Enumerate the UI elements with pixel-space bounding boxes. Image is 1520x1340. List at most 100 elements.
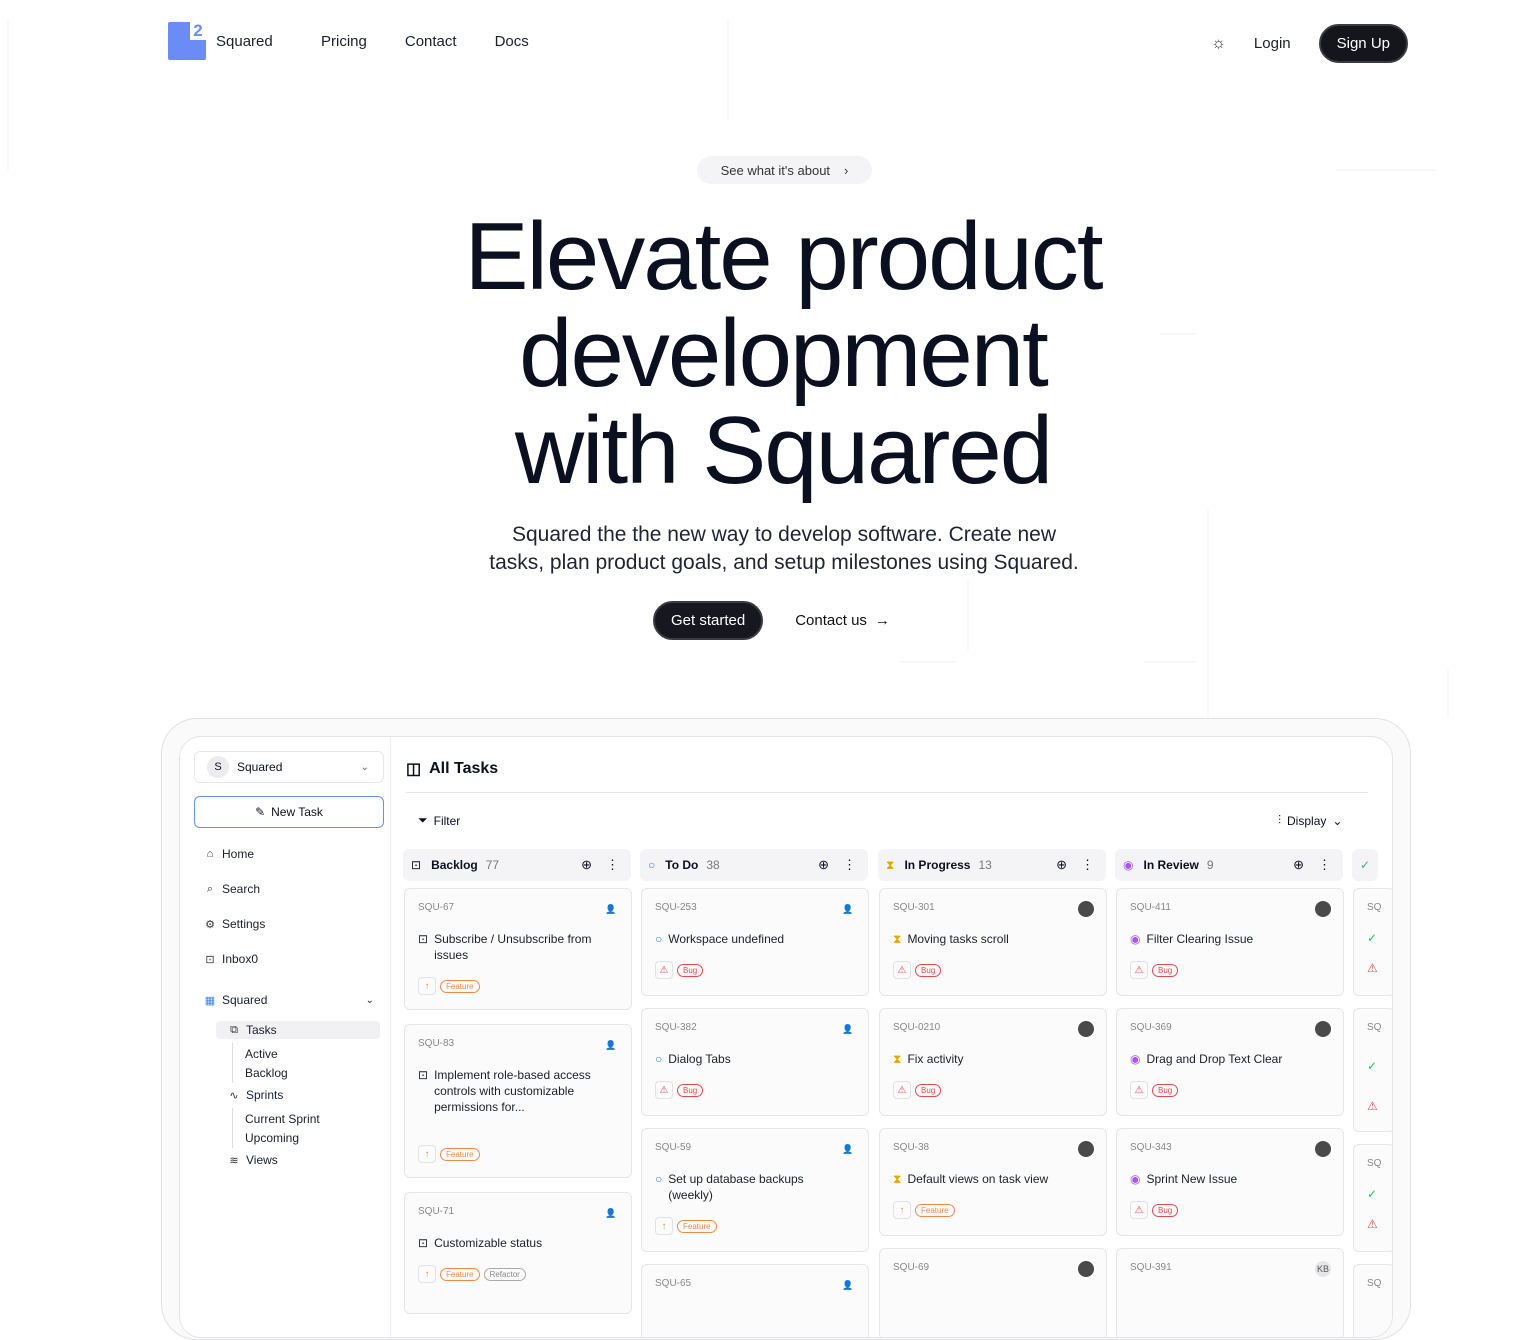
signup-button[interactable]: Sign Up bbox=[1318, 24, 1408, 63]
sidebar-subitem-upcoming[interactable]: Upcoming bbox=[245, 1131, 299, 1145]
eye-icon: ◉ bbox=[1130, 1172, 1141, 1186]
avatar-initials[interactable]: KB bbox=[1315, 1261, 1331, 1277]
login-link[interactable]: Login bbox=[1254, 35, 1291, 52]
alert-icon: ⚠ bbox=[1130, 961, 1148, 979]
task-card[interactable]: SQU-343 ◉ Sprint New Issue ⚠ Bug bbox=[1116, 1128, 1344, 1236]
inbox-icon: ⊡ bbox=[205, 953, 215, 966]
sliders-icon: ⫶ bbox=[1278, 813, 1282, 827]
task-card[interactable]: SQU-411 ◉ Filter Clearing Issue ⚠ Bug bbox=[1116, 888, 1344, 996]
check-circle-icon: ✓ bbox=[1360, 858, 1371, 872]
circle-icon: ○ bbox=[655, 1052, 663, 1066]
task-id: SQU-253 bbox=[655, 902, 697, 913]
avatar[interactable] bbox=[1078, 901, 1094, 917]
nav-link-pricing[interactable]: Pricing bbox=[321, 33, 367, 50]
display-label: Display bbox=[1287, 813, 1327, 828]
task-card[interactable]: SQU-301 ⧗ Moving tasks scroll ⚠ Bug bbox=[879, 888, 1107, 996]
task-card[interactable]: SQ ✓ ⚠ bbox=[1353, 1008, 1392, 1132]
sidebar-subitem-active[interactable]: Active bbox=[245, 1047, 278, 1061]
add-icon[interactable]: ⊕ bbox=[581, 857, 592, 873]
nav-link-docs[interactable]: Docs bbox=[495, 33, 529, 50]
nav-link-contact[interactable]: Contact bbox=[405, 33, 457, 50]
filter-button[interactable]: ⏷ Filter bbox=[418, 813, 460, 828]
task-id: SQU-59 bbox=[655, 1142, 692, 1153]
sidebar-item-views[interactable]: ≋ Views bbox=[228, 1153, 277, 1167]
avatar[interactable] bbox=[1315, 1141, 1331, 1157]
user-icon[interactable]: 👤 bbox=[840, 1021, 856, 1037]
user-icon[interactable]: 👤 bbox=[603, 1205, 619, 1221]
task-card[interactable]: SQU-71 👤 ⊡ Customizable status ↑ Feature Re… bbox=[404, 1192, 632, 1314]
announcement-pill[interactable]: See what it's about › bbox=[697, 156, 872, 184]
task-card[interactable]: SQU-382 👤 ○ Dialog Tabs ⚠ Bug bbox=[641, 1008, 869, 1116]
task-card[interactable]: SQU-83 👤 ⊡ Implement role-based access co… bbox=[404, 1024, 632, 1178]
eye-icon: ◉ bbox=[1130, 932, 1141, 946]
sidebar-subitem-backlog[interactable]: Backlog bbox=[245, 1066, 288, 1080]
task-title: ○ Set up database backups (weekly) bbox=[655, 1171, 840, 1203]
sidebar-item-settings[interactable]: ⚙ Settings bbox=[204, 917, 265, 931]
workspace-switcher[interactable]: S Squared ⌄ bbox=[194, 751, 384, 783]
sidebar-item-sprints[interactable]: ∿ Sprints bbox=[228, 1088, 283, 1102]
brand-logo[interactable]: 2 Squared bbox=[168, 22, 273, 60]
column-count: 13 bbox=[978, 858, 992, 872]
avatar[interactable] bbox=[1078, 1141, 1094, 1157]
sidebar-toggle-icon[interactable]: ◫ bbox=[406, 759, 421, 779]
check-circle-icon: ✓ bbox=[1367, 1059, 1378, 1073]
display-button[interactable]: ⫶ Display ⌄ bbox=[1278, 813, 1342, 828]
user-icon[interactable]: 👤 bbox=[840, 1277, 856, 1293]
arrow-up-icon: ↑ bbox=[893, 1201, 911, 1219]
column-name: In Review bbox=[1143, 858, 1199, 872]
sidebar-item-tasks[interactable]: ⧉ Tasks bbox=[228, 1023, 277, 1037]
task-card[interactable]: SQ bbox=[1353, 1264, 1392, 1337]
sidebar-item-home[interactable]: ⌂ Home bbox=[204, 847, 254, 861]
user-icon[interactable]: 👤 bbox=[603, 1037, 619, 1053]
column-name: To Do bbox=[665, 858, 699, 872]
avatar[interactable] bbox=[1078, 1261, 1094, 1277]
alert-icon: ⚠ bbox=[893, 961, 911, 979]
hero-subtitle: Squared the the new way to develop softw… bbox=[470, 521, 1098, 577]
user-icon[interactable]: 👤 bbox=[603, 901, 619, 917]
task-card[interactable]: SQU-69 bbox=[879, 1248, 1107, 1337]
task-title-text: Set up database backups (weekly) bbox=[668, 1172, 804, 1202]
new-task-button[interactable]: ✎ New Task bbox=[194, 796, 384, 828]
hero-cta: Get started Contact us → bbox=[653, 601, 890, 640]
add-icon[interactable]: ⊕ bbox=[1056, 857, 1067, 873]
more-icon[interactable]: ⋮ bbox=[843, 857, 856, 873]
task-card[interactable]: SQU-369 ◉ Drag and Drop Text Clear ⚠ Bug bbox=[1116, 1008, 1344, 1116]
alert-icon: ⚠ bbox=[1130, 1201, 1148, 1219]
sidebar-subitem-current-sprint[interactable]: Current Sprint bbox=[245, 1112, 320, 1126]
app-sidebar: S Squared ⌄ ✎ New Task ⌂ Home ⌕ Search ⚙ Se… bbox=[180, 737, 391, 1337]
column-count: 38 bbox=[706, 858, 720, 872]
get-started-button[interactable]: Get started bbox=[653, 601, 764, 640]
sidebar-item-inbox[interactable]: ⊡ Inbox0 bbox=[204, 952, 258, 966]
avatar[interactable] bbox=[1315, 1021, 1331, 1037]
brand-name: Squared bbox=[216, 32, 273, 50]
sun-icon[interactable]: ☼ bbox=[1211, 35, 1226, 53]
task-tags: ↑ Feature bbox=[655, 1217, 717, 1235]
task-card[interactable]: SQ ✓ ⚠ bbox=[1353, 1144, 1392, 1252]
avatar[interactable] bbox=[1078, 1021, 1094, 1037]
task-card[interactable]: SQU-67 👤 ⊡ Subscribe / Unsubscribe from i… bbox=[404, 888, 632, 1010]
more-icon[interactable]: ⋮ bbox=[1318, 857, 1331, 873]
task-card[interactable]: SQU-253 👤 ○ Workspace undefined ⚠ Bug bbox=[641, 888, 869, 996]
circle-icon: ○ bbox=[648, 858, 656, 872]
sidebar-item-search[interactable]: ⌕ Search bbox=[204, 882, 260, 896]
user-icon[interactable]: 👤 bbox=[840, 1141, 856, 1157]
more-icon[interactable]: ⋮ bbox=[606, 857, 619, 873]
task-card[interactable]: SQU-38 ⧗ Default views on task view ↑ Feat… bbox=[879, 1128, 1107, 1236]
task-card[interactable]: SQU-0210 ⧗ Fix activity ⚠ Bug bbox=[879, 1008, 1107, 1116]
sidebar-group-squared[interactable]: ▦ Squared ⌄ bbox=[204, 993, 374, 1007]
task-title-text: Customizable status bbox=[434, 1236, 543, 1250]
add-icon[interactable]: ⊕ bbox=[818, 857, 829, 873]
layers-icon: ≋ bbox=[229, 1154, 239, 1167]
inbox-icon: ⊡ bbox=[411, 858, 422, 872]
contact-us-link[interactable]: Contact us → bbox=[795, 612, 890, 629]
task-title-text: Workspace undefined bbox=[668, 932, 785, 946]
task-card[interactable]: SQU-59 👤 ○ Set up database backups (weekl… bbox=[641, 1128, 869, 1252]
sidebar-item-label: Settings bbox=[222, 917, 266, 931]
add-icon[interactable]: ⊕ bbox=[1293, 857, 1304, 873]
avatar[interactable] bbox=[1315, 901, 1331, 917]
more-icon[interactable]: ⋮ bbox=[1081, 857, 1094, 873]
user-icon[interactable]: 👤 bbox=[840, 901, 856, 917]
task-card[interactable]: SQ ✓ ⚠ bbox=[1353, 888, 1392, 996]
task-card[interactable]: SQU-391 KB bbox=[1116, 1248, 1344, 1337]
task-card[interactable]: SQU-65 👤 bbox=[641, 1264, 869, 1337]
